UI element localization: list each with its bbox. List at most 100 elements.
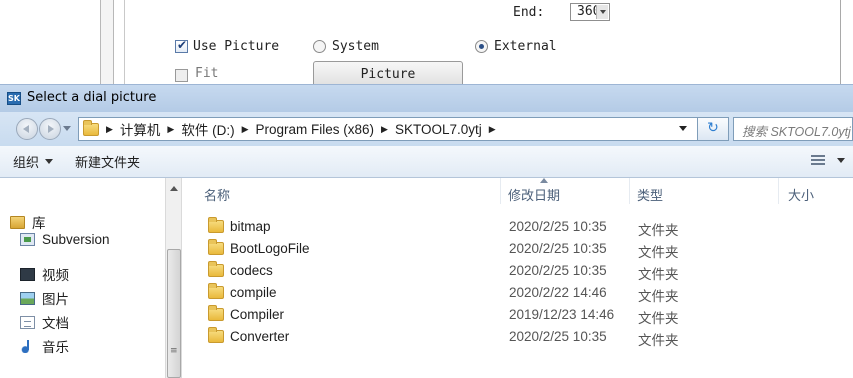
file-date: 2019/12/23 14:46 bbox=[509, 307, 615, 322]
file-type: 文件夹 bbox=[638, 289, 679, 304]
column-header-type[interactable]: 类型 bbox=[637, 185, 663, 204]
radio-system[interactable]: System bbox=[313, 37, 379, 55]
chevron-right-icon[interactable]: ▶ bbox=[167, 124, 174, 135]
column-divider[interactable] bbox=[629, 178, 630, 204]
organize-label: 组织 bbox=[13, 156, 40, 171]
address-bar: ▶ 计算机 ▶ 软件 (D:) ▶ Program Files (x86) ▶ … bbox=[0, 112, 853, 146]
table-row[interactable]: bitmap 2020/2/25 10:35 文件夹 bbox=[182, 216, 853, 238]
nav-item-label: 视频 bbox=[42, 268, 69, 283]
nav-item-label: Subversion bbox=[42, 232, 110, 247]
nav-item-video[interactable]: 视频 bbox=[20, 264, 69, 284]
radio-selected-icon[interactable] bbox=[475, 39, 488, 53]
spin-down-icon[interactable] bbox=[596, 5, 608, 19]
nav-item-library[interactable]: 库 bbox=[10, 212, 46, 232]
nav-item-label: 库 bbox=[32, 216, 46, 231]
new-folder-button[interactable]: 新建文件夹 bbox=[75, 152, 140, 171]
end-label: End: bbox=[513, 5, 545, 20]
nav-item-label: 图片 bbox=[42, 292, 69, 307]
radio-unselected-icon[interactable] bbox=[313, 39, 326, 53]
search-input[interactable]: 搜索 SKTOOL7.0ytj bbox=[733, 117, 853, 141]
folder-icon bbox=[208, 239, 224, 255]
folder-icon bbox=[208, 327, 224, 343]
use-picture-checkbox[interactable]: ✔ Use Picture bbox=[175, 37, 279, 55]
column-header-name[interactable]: 名称 bbox=[204, 185, 230, 204]
end-spinbox[interactable]: 360 bbox=[570, 3, 610, 21]
refresh-icon[interactable]: ↻ bbox=[697, 117, 729, 141]
nav-item-pictures[interactable]: 图片 bbox=[20, 288, 69, 308]
left-rail bbox=[100, 0, 114, 84]
nav-item-music[interactable]: 音乐 bbox=[20, 336, 69, 356]
table-row[interactable]: Converter 2020/2/25 10:35 文件夹 bbox=[182, 326, 853, 348]
file-date: 2020/2/25 10:35 bbox=[509, 263, 607, 278]
breadcrumb-computer[interactable]: 计算机 bbox=[120, 119, 161, 139]
pictures-icon bbox=[20, 291, 35, 305]
scroll-up-icon[interactable] bbox=[170, 186, 178, 191]
left-rail-inner bbox=[124, 0, 132, 84]
table-row[interactable]: Compiler 2019/12/23 14:46 文件夹 bbox=[182, 304, 853, 326]
file-type: 文件夹 bbox=[638, 245, 679, 260]
nav-item-subversion[interactable]: Subversion bbox=[20, 232, 110, 247]
breadcrumb-program-files[interactable]: Program Files (x86) bbox=[256, 122, 375, 137]
file-name: Converter bbox=[230, 329, 290, 344]
chevron-right-icon[interactable]: ▶ bbox=[242, 124, 249, 135]
radio-external-label: External bbox=[494, 38, 557, 54]
checkbox-checked-icon[interactable]: ✔ bbox=[175, 38, 188, 53]
file-name: Compiler bbox=[230, 307, 285, 322]
select-picture-dialog: SK Select a dial picture ▶ 计算机 ▶ 软件 (D:)… bbox=[0, 84, 853, 378]
sort-ascending-icon bbox=[540, 178, 548, 183]
column-header-date[interactable]: 修改日期 bbox=[508, 185, 560, 204]
library-icon bbox=[10, 215, 25, 229]
file-name: BootLogoFile bbox=[230, 241, 310, 256]
radio-external[interactable]: External bbox=[475, 37, 557, 55]
back-icon[interactable] bbox=[16, 118, 38, 140]
video-icon bbox=[20, 267, 35, 281]
file-type: 文件夹 bbox=[638, 267, 679, 282]
file-date: 2020/2/22 14:46 bbox=[509, 285, 607, 300]
nav-item-label: 文档 bbox=[42, 316, 69, 331]
scroll-grip-icon: ≡ bbox=[170, 346, 178, 356]
column-header-size[interactable]: 大小 bbox=[788, 185, 814, 204]
radio-system-label: System bbox=[332, 38, 379, 54]
address-dropdown-icon[interactable] bbox=[679, 126, 687, 131]
chevron-right-icon[interactable]: ▶ bbox=[489, 124, 496, 135]
navigation-pane: 库 Subversion 视频 图片 文档 音乐 bbox=[0, 178, 165, 378]
scrollbar-thumb[interactable] bbox=[167, 249, 181, 378]
fit-label: Fit bbox=[195, 66, 219, 81]
checkbox-unchecked-icon[interactable] bbox=[175, 69, 188, 82]
file-type: 文件夹 bbox=[638, 311, 679, 326]
background-dialog: End: 360 ✔ Use Picture System External F… bbox=[0, 0, 853, 87]
title-bar[interactable]: SK Select a dial picture bbox=[0, 84, 853, 112]
use-picture-label: Use Picture bbox=[193, 38, 280, 54]
nav-item-documents[interactable]: 文档 bbox=[20, 312, 69, 332]
command-toolbar: 组织 新建文件夹 bbox=[0, 146, 853, 178]
file-date: 2020/2/25 10:35 bbox=[509, 329, 607, 344]
music-icon bbox=[20, 339, 35, 353]
column-divider[interactable] bbox=[778, 178, 779, 204]
column-divider[interactable] bbox=[500, 178, 501, 204]
table-row[interactable]: compile 2020/2/22 14:46 文件夹 bbox=[182, 282, 853, 304]
nav-scrollbar[interactable]: ≡ bbox=[165, 178, 182, 378]
documents-icon bbox=[20, 315, 35, 329]
file-name: codecs bbox=[230, 263, 273, 278]
folder-icon bbox=[83, 119, 99, 136]
new-folder-label: 新建文件夹 bbox=[75, 156, 141, 171]
recent-pages-icon[interactable] bbox=[63, 126, 71, 131]
chevron-right-icon[interactable]: ▶ bbox=[106, 124, 113, 135]
file-type: 文件夹 bbox=[638, 223, 679, 238]
breadcrumb[interactable]: ▶ 计算机 ▶ 软件 (D:) ▶ Program Files (x86) ▶ … bbox=[78, 117, 706, 141]
file-name: bitmap bbox=[230, 219, 271, 234]
breadcrumb-drive-d[interactable]: 软件 (D:) bbox=[181, 119, 234, 139]
change-view-button[interactable] bbox=[811, 155, 845, 166]
breadcrumb-sktool[interactable]: SKTOOL7.0ytj bbox=[395, 122, 482, 137]
forward-icon[interactable] bbox=[39, 118, 61, 140]
subversion-icon bbox=[20, 233, 35, 246]
file-type: 文件夹 bbox=[638, 333, 679, 348]
chevron-right-icon[interactable]: ▶ bbox=[381, 124, 388, 135]
folder-icon bbox=[208, 305, 224, 321]
organize-menu[interactable]: 组织 bbox=[13, 152, 54, 171]
right-rail bbox=[840, 0, 841, 84]
table-row[interactable]: codecs 2020/2/25 10:35 文件夹 bbox=[182, 260, 853, 282]
chevron-down-icon bbox=[837, 158, 845, 163]
table-row[interactable]: BootLogoFile 2020/2/25 10:35 文件夹 bbox=[182, 238, 853, 260]
folder-icon bbox=[208, 217, 224, 233]
